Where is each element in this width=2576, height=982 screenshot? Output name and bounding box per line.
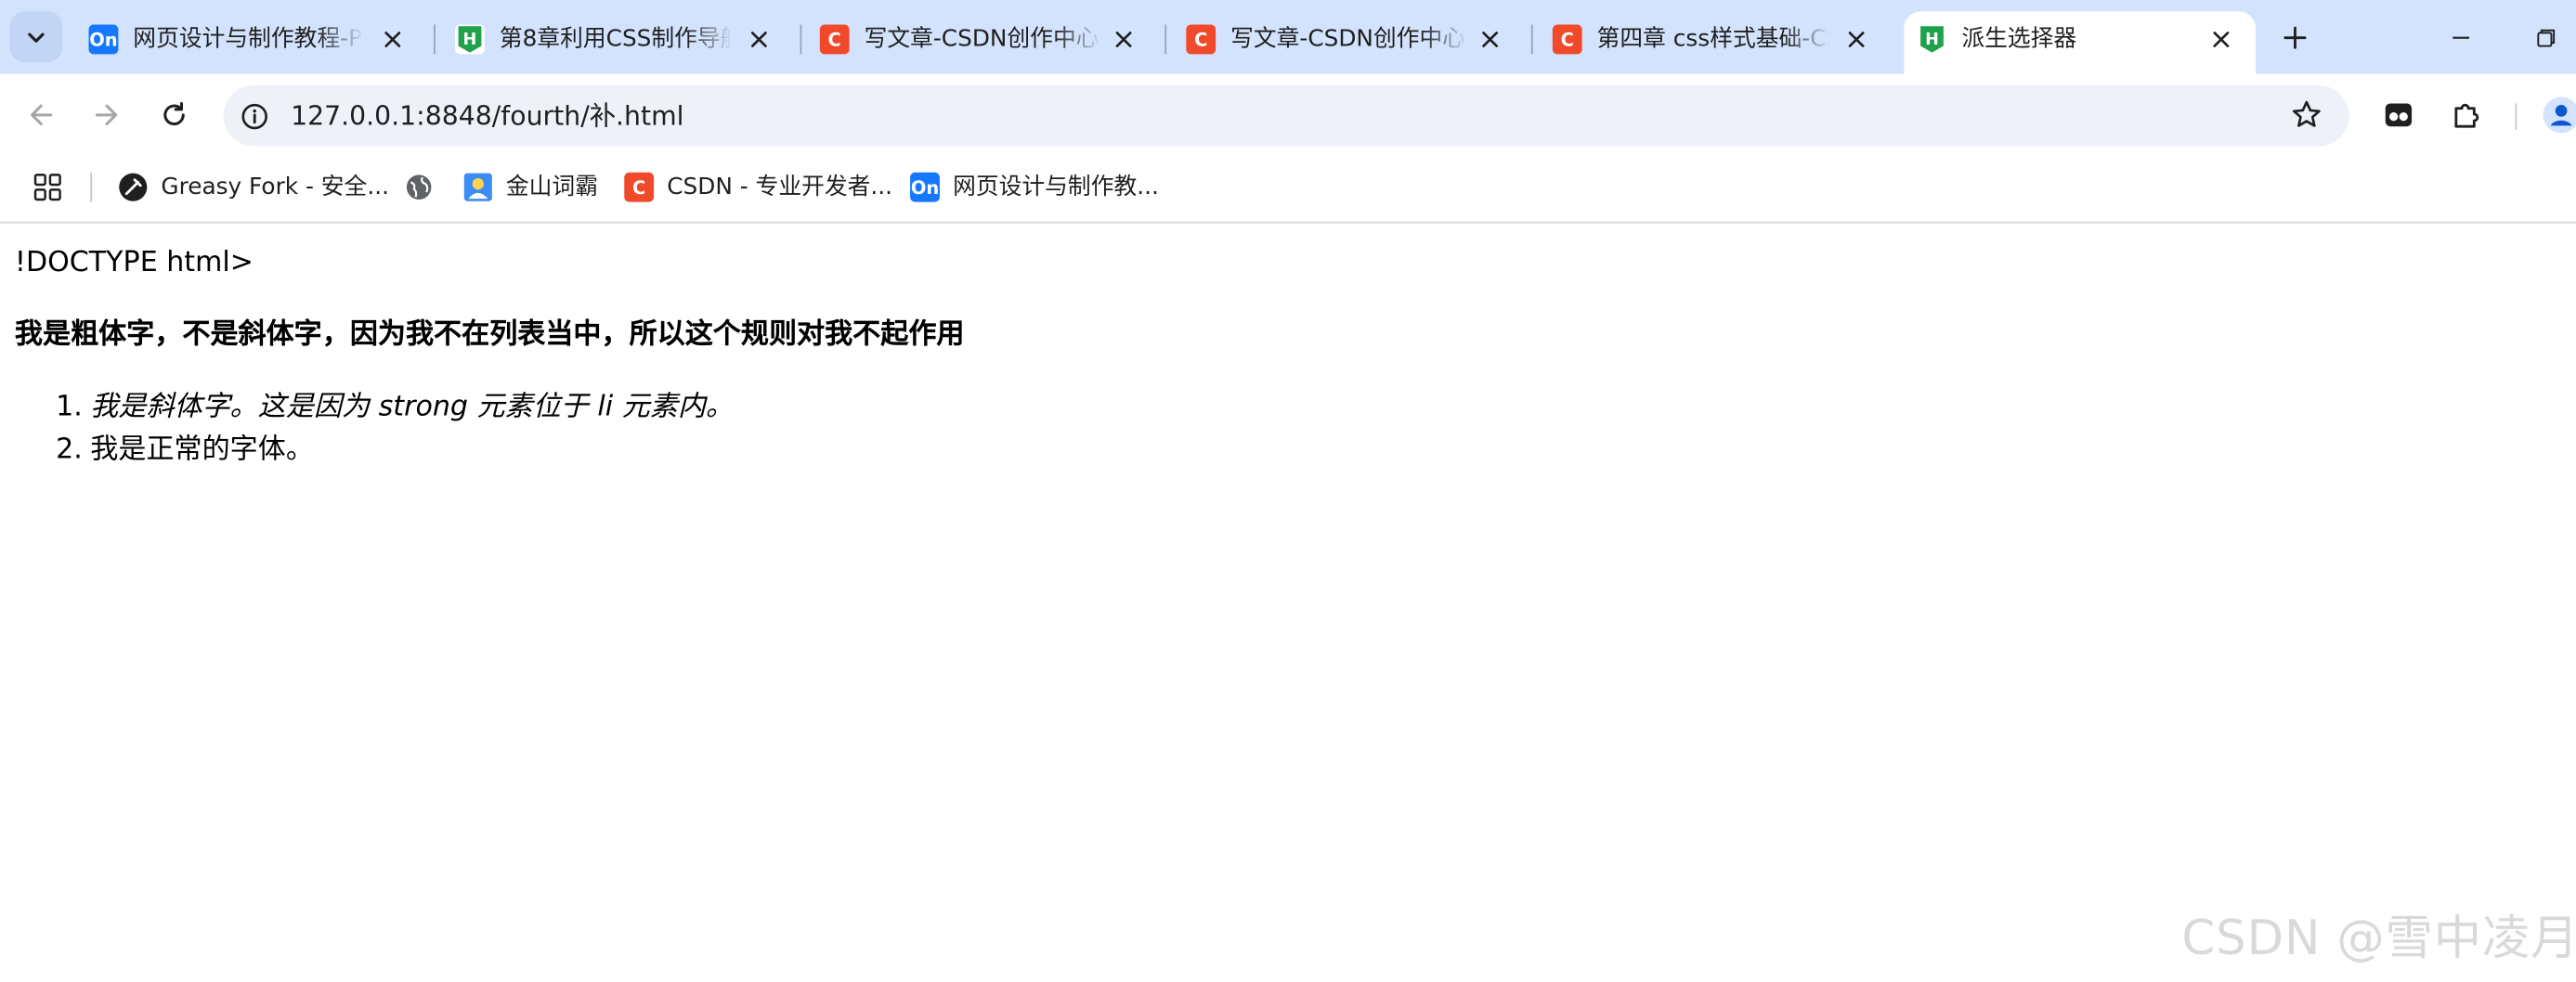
csdn-favicon-icon: C [1186,24,1216,55]
bold-paragraph: 我是粗体字，不是斜体字，因为我不在列表当中，所以这个规则对我不起作用 [14,318,965,352]
bookmarks-separator [90,172,93,202]
bookmark-globe[interactable] [404,169,447,205]
list-item-text: 我是正常的字体。 [90,433,314,467]
greasyfork-icon [118,173,148,202]
bookmark-greasy-fork[interactable]: Greasy Fork - 安全... [118,169,389,205]
bookmark-label: CSDN - 专业开发者... [667,174,893,200]
list-item-number: 1. [56,391,83,424]
bookmark-label: 网页设计与制作教... [953,174,1159,200]
forward-button[interactable] [84,92,130,138]
tab-close-icon[interactable] [1109,25,1138,55]
on-icon: On [910,172,940,202]
arrow-right-icon [95,104,118,126]
globe-icon [404,173,434,202]
glasses-extension-icon [2385,103,2413,127]
minimize-icon [2452,36,2470,39]
hbuilder-favicon-icon: H [455,24,485,55]
tab-3[interactable]: C 写文章-CSDN创作中心 [1173,11,1525,73]
tab-1[interactable]: H 第8章利用CSS制作导航 [442,11,794,73]
back-button[interactable] [18,92,64,138]
url-text[interactable]: 127.0.0.1:8848/fourth/补.html [291,98,683,133]
tab-close-icon[interactable] [744,25,774,55]
tab-close-icon[interactable] [1476,25,1505,55]
arrow-left-icon [30,104,53,126]
bookmark-label: 金山词霸 [505,174,598,200]
csdn-favicon-icon: C [819,24,850,55]
on-favicon-icon: On [88,24,119,55]
minimize-button[interactable] [2437,13,2486,62]
list-item-number: 2. [56,433,83,467]
svg-text:H: H [463,31,477,49]
address-bar[interactable]: 127.0.0.1:8848/fourth/补.html [223,84,2349,147]
avatar-icon [2543,97,2576,134]
bookmark-label: Greasy Fork - 安全... [161,174,389,200]
tab-separator [1530,24,1533,55]
tab-separator [800,24,802,55]
hbuilder-favicon-icon: H [1917,24,1947,55]
iciba-icon [463,173,493,202]
csdn-favicon-icon: C [1552,24,1582,55]
list-item-text: 我是斜体字。这是因为 strong 元素位于 li 元素内。 [90,391,735,424]
info-icon[interactable] [240,102,269,132]
watermark: CSDN @雪中凌月 [2181,910,2576,966]
extension-glasses-button[interactable] [2379,96,2418,135]
page-content: !DOCTYPE html> 我是粗体字，不是斜体字，因为我不在列表当中，所以这… [0,225,2576,982]
reload-icon [163,101,185,126]
tab-0[interactable]: On 网页设计与制作教程-Pr [75,11,427,73]
bookmark-csdn[interactable]: C CSDN - 专业开发者... [624,169,892,205]
bookmark-star-icon[interactable] [2290,98,2322,131]
tab-title: 第四章 css样式基础-CS [1596,26,1830,53]
tab-title: 第8章利用CSS制作导航 [499,26,734,53]
tab-title: 网页设计与制作教程-Pr [133,26,363,53]
tab-title: 写文章-CSDN创作中心 [1230,26,1466,53]
restore-button[interactable] [2522,13,2571,62]
tab-title: 派生选择器 [1961,26,2077,53]
tab-close-icon[interactable] [2206,25,2236,55]
bookmark-web-design[interactable]: On 网页设计与制作教... [910,169,1159,205]
tab-strip: On 网页设计与制作教程-Pr H 第8章利用CSS制作导航 C 写文章-CSD… [0,0,2576,74]
tab-close-icon[interactable] [1841,25,1871,55]
bookmark-iciba[interactable]: 金山词霸 [463,169,598,205]
reload-button[interactable] [151,92,198,138]
toolbar-separator [2515,103,2517,130]
chevron-down-icon [28,32,45,42]
tab-close-icon[interactable] [378,25,408,55]
restore-icon [2537,29,2556,47]
profile-button[interactable] [2542,96,2576,135]
tab-separator [1164,24,1167,55]
new-tab-button[interactable] [2273,17,2316,59]
bookmarks-bar: Greasy Fork - 安全... 金山词霸 C CSDN - 专业开发者.… [0,156,2576,224]
tab-2[interactable]: C 写文章-CSDN创作中心 [807,11,1159,73]
plus-icon [2283,26,2307,49]
apps-grid-icon[interactable] [33,173,62,202]
extensions-button[interactable] [2446,96,2485,135]
browser-window: On 网页设计与制作教程-Pr H 第8章利用CSS制作导航 C 写文章-CSD… [0,0,2576,982]
doctype-text: !DOCTYPE html> [14,246,254,279]
tab-separator [434,24,436,55]
tab-search-button[interactable] [9,11,63,63]
puzzle-icon [2454,103,2479,128]
tab-4[interactable]: C 第四章 css样式基础-CS [1540,11,1892,73]
tab-5-active[interactable]: H 派生选择器 [1904,11,2257,74]
svg-text:H: H [1925,31,1939,49]
toolbar: 127.0.0.1:8848/fourth/补.html [0,73,2576,157]
tab-title: 写文章-CSDN创作中心 [864,26,1099,53]
csdn-icon: C [624,172,655,202]
